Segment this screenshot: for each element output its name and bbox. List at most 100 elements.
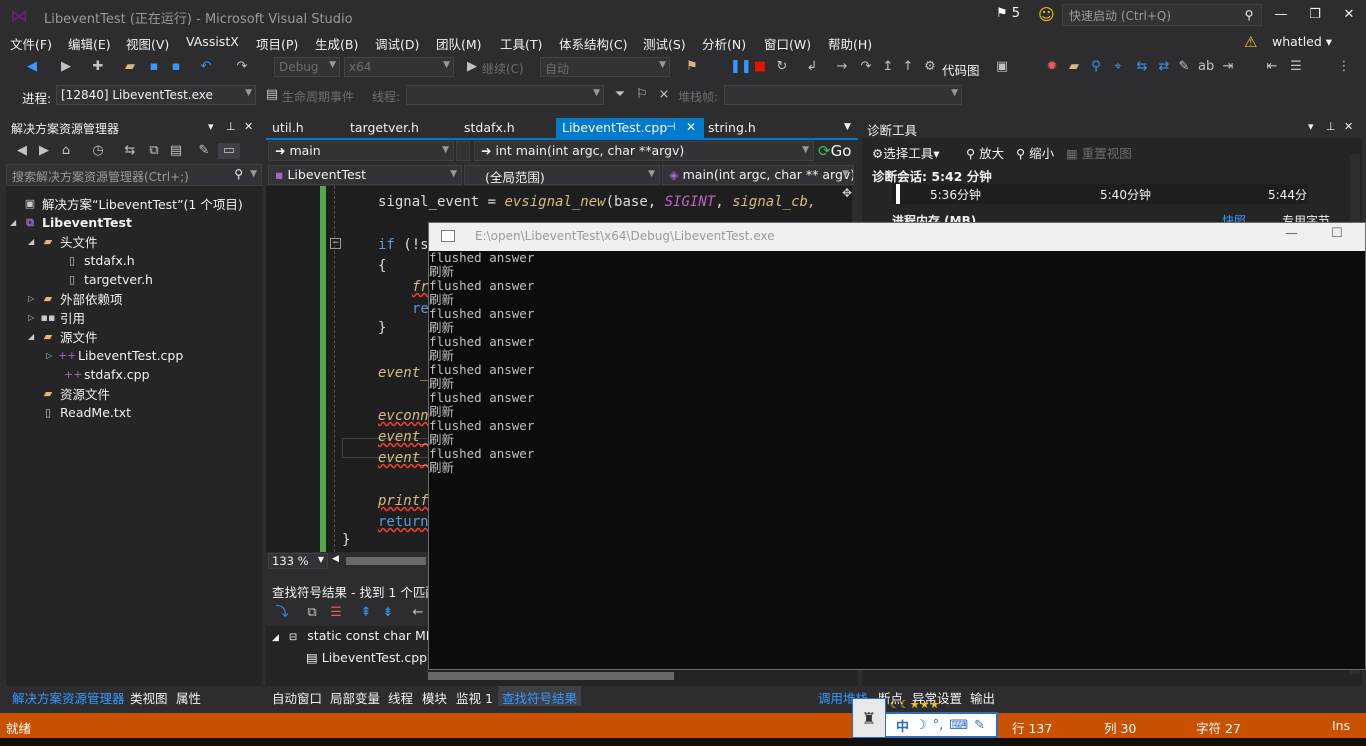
- result-row[interactable]: ▤ LibeventTest.cpp(: [306, 650, 432, 665]
- console-window[interactable]: E:\open\LibeventTest\x64\Debug\LibeventT…: [428, 222, 1366, 670]
- menu-project[interactable]: 项目(P): [256, 34, 298, 53]
- prev-location-icon[interactable]: ⇞: [358, 605, 374, 621]
- solution-search-input[interactable]: 搜索解决方案资源管理器(Ctrl+;) ⚲ ▼: [6, 164, 262, 186]
- tab-properties[interactable]: 属性: [176, 688, 201, 707]
- minimize-button[interactable]: —: [1264, 4, 1298, 26]
- select-tools-button[interactable]: ⚙选择工具▾: [872, 143, 940, 162]
- history-icon[interactable]: ◷: [90, 143, 106, 159]
- warning-icon[interactable]: ⚠: [1244, 33, 1257, 51]
- find-icon[interactable]: ⚲: [1088, 59, 1104, 75]
- menu-tools[interactable]: 工具(T): [500, 34, 542, 53]
- attach-icon[interactable]: ⚑: [684, 59, 700, 75]
- configuration-select[interactable]: Debug ▼: [274, 57, 340, 77]
- expanded-triangle-icon[interactable]: ◢: [10, 218, 22, 227]
- close-icon[interactable]: ✕: [1344, 120, 1353, 133]
- menu-view[interactable]: 视图(V): [126, 34, 169, 53]
- tree-item-targetver-h[interactable]: ▯ targetver.h: [64, 270, 153, 289]
- tree-item-external-deps[interactable]: ▷ ▰ 外部依赖项: [28, 289, 123, 308]
- collapsed-triangle-icon[interactable]: ▷: [46, 351, 58, 360]
- quick-launch-input[interactable]: 快速启动 (Ctrl+Q) ⚲: [1062, 4, 1262, 26]
- feedback-smiley-icon[interactable]: ☺: [1038, 5, 1055, 24]
- pin-icon[interactable]: ⊥: [1326, 120, 1336, 133]
- bookmark-icon[interactable]: ⌖: [1110, 59, 1126, 75]
- maximize-button[interactable]: ☐: [1331, 226, 1343, 241]
- timeline-ruler[interactable]: 5:36分钟 5:40分钟 5:44分: [892, 184, 1308, 204]
- expanded-triangle-icon[interactable]: ◢: [272, 633, 279, 643]
- tree-item-solution[interactable]: ▣ 解决方案“LibeventTest”(1 个项目): [10, 194, 243, 213]
- tree-item-libeventtest-cpp[interactable]: ▷ ++ LibeventTest.cpp: [46, 346, 183, 365]
- menu-team[interactable]: 团队(M): [436, 34, 482, 53]
- signature-select[interactable]: ➜ int main(int argc, char **argv) ▼: [474, 141, 814, 161]
- outdent-icon[interactable]: ☰: [1288, 59, 1304, 75]
- filter-icon[interactable]: ⏷: [612, 87, 628, 103]
- menu-architecture[interactable]: 体系结构(C): [559, 34, 627, 53]
- platform-select[interactable]: x64 ▼: [344, 57, 454, 77]
- auto-select[interactable]: 自动 ▼: [540, 57, 670, 77]
- dropdown-icon[interactable]: ▾: [1308, 120, 1314, 133]
- tab-modules[interactable]: 模块: [422, 688, 447, 707]
- tab-find-symbol-results[interactable]: 查找符号结果: [498, 686, 582, 706]
- pin-icon[interactable]: ⊥: [226, 120, 236, 133]
- zoom-select[interactable]: 133 % ▼: [268, 553, 328, 569]
- ime-punctuation[interactable]: °,: [933, 718, 944, 733]
- collapse-toggle-icon[interactable]: −: [330, 238, 341, 249]
- menu-test[interactable]: 测试(S): [643, 34, 686, 53]
- breakpoint-icon[interactable]: ▣: [994, 59, 1010, 75]
- keyboard-icon[interactable]: ⌨: [949, 718, 968, 733]
- tree-item-resource-files[interactable]: ▰ 资源文件: [40, 384, 110, 403]
- close-icon[interactable]: ✕: [244, 120, 253, 133]
- folder-icon[interactable]: ▰: [1066, 59, 1082, 75]
- tab-class-view[interactable]: 类视图: [130, 688, 168, 707]
- tab-threads[interactable]: 线程: [388, 688, 413, 707]
- expanded-triangle-icon[interactable]: ◢: [28, 237, 40, 246]
- go-button[interactable]: ⟳Go: [818, 142, 851, 160]
- reset-view-button[interactable]: ▦ 重置视图: [1066, 143, 1132, 162]
- more-icon[interactable]: ⋮: [1336, 59, 1352, 75]
- lifecycle-icon[interactable]: ▤: [264, 87, 280, 103]
- pin-icon[interactable]: ⊣: [666, 120, 676, 133]
- preview-icon[interactable]: ▭: [218, 143, 240, 159]
- menu-analyze[interactable]: 分析(N): [702, 34, 746, 53]
- tab-util-h[interactable]: util.h: [266, 118, 310, 138]
- tree-item-project[interactable]: ◢ ⧉ LibeventTest: [10, 213, 132, 232]
- step-out-icon[interactable]: ↥: [880, 59, 896, 75]
- menu-file[interactable]: 文件(F): [10, 34, 52, 53]
- tree-item-stdafx-cpp[interactable]: ++ stdafx.cpp: [64, 365, 150, 384]
- back-icon[interactable]: ◀: [14, 143, 30, 159]
- arrow-icon[interactable]: ⇄: [1156, 59, 1172, 75]
- clear-icon[interactable]: ☰: [328, 605, 344, 621]
- split-icon[interactable]: ✥: [842, 186, 852, 200]
- properties-icon[interactable]: ✎: [196, 143, 212, 159]
- spell-icon[interactable]: ab: [1198, 59, 1214, 75]
- console-hscroll-thumb[interactable]: [428, 672, 674, 680]
- stop-icon[interactable]: ■: [752, 59, 768, 75]
- user-account[interactable]: whatled ▾: [1272, 34, 1332, 49]
- tree-item-header-files[interactable]: ◢ ▰ 头文件: [28, 232, 98, 251]
- tab-string-h[interactable]: string.h: [702, 118, 762, 138]
- tree-item-stdafx-h[interactable]: ▯ stdafx.h: [64, 251, 135, 270]
- lifecycle-events-button[interactable]: 生命周期事件: [282, 88, 354, 105]
- wrench-icon[interactable]: ✎: [974, 718, 985, 733]
- collapse-all-icon[interactable]: ⧉: [146, 143, 162, 159]
- tab-watch-1[interactable]: 监视 1: [456, 688, 493, 707]
- stackframe-select[interactable]: ▼: [724, 85, 962, 105]
- tree-item-readme[interactable]: ▯ ReadMe.txt: [40, 403, 131, 422]
- step-icon[interactable]: ↑: [900, 59, 916, 75]
- menu-edit[interactable]: 编辑(E): [68, 34, 111, 53]
- moon-icon[interactable]: ☽: [915, 718, 927, 733]
- project-select[interactable]: ▪ LibeventTest ▼: [268, 165, 462, 185]
- spin-button[interactable]: [456, 141, 470, 161]
- save-all-icon[interactable]: ▪: [168, 59, 184, 75]
- flag-off-icon[interactable]: ⨯: [656, 87, 672, 103]
- minimize-button[interactable]: —: [1285, 226, 1298, 241]
- scroll-left-icon[interactable]: ◀: [332, 554, 339, 564]
- show-next-statement-icon[interactable]: ↲: [804, 59, 820, 75]
- play-icon[interactable]: ▶: [464, 59, 480, 75]
- close-icon[interactable]: ✕: [686, 120, 696, 134]
- continue-button[interactable]: 继续(C): [482, 60, 524, 77]
- tab-solution-explorer[interactable]: 解决方案资源管理器: [12, 688, 125, 707]
- close-button[interactable]: ✕: [1332, 4, 1366, 26]
- go-to-icon[interactable]: ⤵: [274, 605, 290, 621]
- zoom-out-button[interactable]: ⚲ 缩小: [1016, 143, 1054, 162]
- menu-debug[interactable]: 调试(D): [375, 34, 419, 53]
